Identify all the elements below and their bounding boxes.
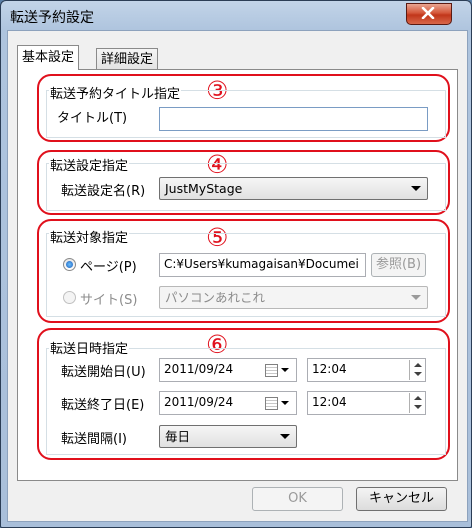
spin-down-icon[interactable] [410,370,425,380]
spin-up-icon[interactable] [410,393,425,403]
dialog-window: 転送予約設定 基本設定 詳細設定 ③ 転送予約タイトル指定 タイトル(T) ④ … [0,0,472,528]
site-radio-label[interactable]: サイト(S) [80,289,137,308]
browse-button[interactable]: 参照(B) [371,253,426,277]
start-date-label: 転送開始日(U) [61,365,146,380]
chevron-down-icon [411,186,421,191]
group-schedule-label: 転送日時指定 [49,338,130,357]
end-time-input[interactable]: 12:04 [307,391,426,415]
spin-up-icon[interactable] [410,360,425,370]
window-title: 転送予約設定 [10,10,94,26]
page-path-input[interactable]: C:¥Users¥kumagaisan¥Documei [159,253,366,277]
interval-select[interactable]: 毎日 [159,425,297,448]
end-time-spinner[interactable] [409,393,425,413]
site-value: パソコンあれこれ [165,290,266,305]
close-icon [421,7,435,19]
interval-label: 転送間隔(I) [61,432,127,447]
start-time-input[interactable]: 12:04 [307,358,426,382]
title-field-label: タイトル(T) [57,111,128,126]
transfer-name-value: JustMyStage [165,181,243,196]
start-time-spinner[interactable] [409,360,425,380]
tab-panel-basic: ③ 転送予約タイトル指定 タイトル(T) ④ 転送設定指定 転送設定名(R) J… [17,69,458,481]
group-target-label: 転送対象指定 [49,227,130,246]
transfer-name-label: 転送設定名(R) [61,184,146,199]
chevron-down-icon [411,295,421,300]
spin-down-icon[interactable] [410,403,425,413]
page-radio[interactable] [63,258,76,271]
tab-basic-settings[interactable]: 基本設定 [17,45,80,70]
title-bar[interactable]: 転送予約設定 [1,1,471,31]
site-select[interactable]: パソコンあれこれ [159,286,428,309]
end-time-value: 12:04 [312,395,347,409]
page-radio-label[interactable]: ページ(P) [80,256,137,275]
ok-button[interactable]: OK [252,487,343,511]
end-date-label: 転送終了日(E) [61,398,145,413]
group-transfer-label: 転送設定指定 [49,155,130,174]
title-input[interactable] [159,107,428,131]
tab-detail-settings[interactable]: 詳細設定 [96,48,159,70]
start-date-picker[interactable]: 2011/09/24 [159,358,297,382]
site-radio[interactable] [63,291,76,304]
dialog-client-area: 基本設定 詳細設定 ③ 転送予約タイトル指定 タイトル(T) ④ 転送設定指定 … [7,30,468,522]
end-date-value: 2011/09/24 [164,395,234,409]
calendar-icon[interactable] [265,397,278,410]
chevron-down-icon[interactable] [281,368,289,372]
interval-value: 毎日 [165,429,191,444]
start-date-value: 2011/09/24 [164,362,234,376]
end-date-picker[interactable]: 2011/09/24 [159,391,297,415]
close-button[interactable] [406,3,452,25]
chevron-down-icon[interactable] [281,401,289,405]
calendar-icon[interactable] [265,364,278,377]
group-title-label: 転送予約タイトル指定 [49,83,182,102]
start-time-value: 12:04 [312,362,347,376]
cancel-button[interactable]: キャンセル [356,487,447,511]
transfer-name-select[interactable]: JustMyStage [159,177,428,200]
chevron-down-icon [280,434,290,439]
